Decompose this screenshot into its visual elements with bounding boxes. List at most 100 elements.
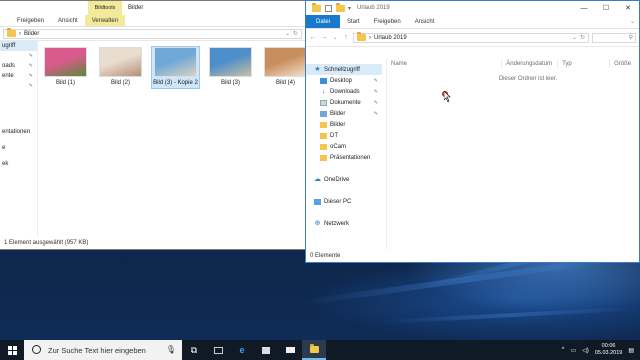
left-address-box[interactable]: › Bilder ⌄ ↻ (3, 28, 302, 39)
star-icon: ★ (314, 65, 321, 73)
nav-item[interactable]: ek (0, 159, 37, 169)
volume-icon[interactable]: ◁) (582, 347, 589, 354)
tab-verwalten[interactable]: Verwalten (84, 15, 126, 26)
notification-icon[interactable]: ▤ (628, 347, 634, 354)
nav-item[interactable]: ✎ (0, 51, 37, 61)
properties-icon[interactable] (325, 4, 332, 12)
nav-item[interactable]: oads ✎ (0, 61, 37, 71)
start-button[interactable] (0, 340, 24, 360)
right-address-bar: ← → ⌄ ↑ › Urlaub 2019 ⌄ ↻ ⚲ (306, 29, 639, 47)
search-placeholder: Zur Suche Text hier eingeben (48, 345, 146, 355)
left-status-bar: 1 Element ausgewählt (957 KB) (0, 237, 305, 249)
recent-dropdown[interactable]: ⌄ (331, 35, 339, 41)
pin-icon: ✎ (373, 88, 378, 95)
nav-item-dt[interactable]: DT (306, 130, 382, 141)
thumbnail-image (209, 47, 252, 77)
tab-ansicht[interactable]: Ansicht (51, 15, 85, 26)
right-nav-pane: ★ Schnellzugriff Desktop ✎ ↓ Downloads ✎ Dokume… (306, 64, 382, 250)
download-icon: ↓ (321, 87, 326, 95)
new-folder-icon[interactable] (336, 2, 345, 12)
back-button[interactable]: ← (309, 34, 317, 41)
nav-item-präsentationen[interactable]: Präsentationen (306, 152, 382, 163)
right-window-title: Urlaub 2019 (357, 5, 390, 11)
chevron-up-icon[interactable]: ^ (562, 347, 565, 353)
taskbar-mail[interactable] (278, 340, 302, 360)
folder-icon (320, 132, 327, 139)
nav-item-bilder[interactable]: Bilder (306, 119, 382, 130)
right-address-box[interactable]: › Urlaub 2019 ⌄ ↻ (353, 32, 589, 43)
folder-icon (312, 2, 321, 12)
nav-label: Bilder (330, 110, 346, 117)
column-type[interactable]: Typ (558, 59, 611, 68)
network-icon[interactable]: ▭ (571, 347, 577, 354)
chevron-down-icon[interactable]: ⌄ (285, 30, 290, 37)
taskbar-app-1[interactable] (206, 340, 230, 360)
left-nav-pane: ugriff ✎ oads ✎ ente ✎ ✎ entationen e ek (0, 41, 38, 237)
nav-item-netzwerk[interactable]: ⊕ Netzwerk (306, 218, 382, 229)
task-view-button[interactable]: ⧉ (182, 340, 206, 360)
address-path: Urlaub 2019 (374, 34, 407, 41)
column-name[interactable]: Name (387, 59, 503, 68)
thumbnail-item[interactable]: Bild (4) (262, 47, 305, 88)
search-icon: ⚲ (628, 35, 633, 41)
windows-logo-icon (7, 345, 17, 355)
minimize-button[interactable]: — (573, 1, 595, 15)
column-size[interactable]: Größe (610, 59, 639, 68)
folder-icon (320, 154, 327, 161)
thumbnail-item[interactable]: Bild (1) (42, 47, 89, 88)
taskbar-store[interactable] (254, 340, 278, 360)
column-date[interactable]: Änderungsdatum (502, 59, 559, 68)
nav-label: ente (2, 73, 14, 79)
maximize-button[interactable]: ☐ (595, 1, 617, 15)
nav-item[interactable]: e (0, 143, 37, 153)
window-controls: — ☐ ✕ (573, 1, 639, 15)
close-button[interactable]: ✕ (617, 1, 639, 15)
nav-item-ocam[interactable]: oCam (306, 141, 382, 152)
tab-datei[interactable]: Datei (306, 15, 341, 28)
nav-item-quickaccess[interactable]: ugriff (0, 41, 37, 51)
chevron-right-icon: › (369, 34, 371, 41)
edge-icon: e (239, 345, 245, 355)
tab-start[interactable]: Start (340, 15, 367, 28)
tab-freigeben[interactable]: Freigeben (10, 15, 51, 26)
clock[interactable]: 00:06 05.03.2019 (595, 343, 623, 357)
taskbar-explorer[interactable] (302, 340, 326, 360)
pin-icon: ✎ (28, 73, 33, 79)
thumbnail-item[interactable]: Bild (3) - Kopie 2 (151, 46, 200, 89)
pictures-icon (320, 110, 327, 117)
address-path: Bilder (24, 30, 40, 37)
nav-label: oCam (330, 143, 347, 150)
nav-item-onedrive[interactable]: ☁ OneDrive (306, 174, 382, 185)
tab-ansicht[interactable]: Ansicht (408, 15, 442, 28)
tab-freigeben[interactable]: Freigeben (367, 15, 408, 28)
refresh-icon[interactable]: ↻ (580, 34, 585, 41)
forward-button[interactable]: → (320, 34, 328, 41)
search-input[interactable]: ⚲ (592, 32, 636, 43)
ribbon-expand-icon[interactable]: ⌄ (630, 15, 639, 28)
nav-item-schnellzugriff[interactable]: ★ Schnellzugriff (306, 64, 382, 75)
thumbnail-image (99, 47, 142, 77)
empty-folder-text: Dieser Ordner ist leer. (498, 76, 558, 82)
nav-label: e (2, 145, 6, 151)
cloud-icon: ☁ (314, 175, 321, 183)
nav-item[interactable]: entationen (0, 127, 37, 137)
thumbnail-item[interactable]: Bild (2) (97, 47, 144, 88)
nav-item-downloads[interactable]: ↓ Downloads ✎ (306, 86, 382, 97)
taskbar-edge[interactable]: e (230, 340, 254, 360)
microphone-icon[interactable]: 🎙 (166, 345, 176, 354)
nav-item-dieser-pc[interactable]: Dieser PC (306, 196, 382, 207)
nav-item[interactable]: ✎ (0, 81, 37, 91)
chevron-down-icon[interactable]: ▾ (348, 5, 351, 12)
nav-item[interactable]: ente ✎ (0, 71, 37, 81)
thumbnail-item[interactable]: Bild (3) (207, 47, 254, 88)
task-view-icon: ⧉ (190, 344, 198, 355)
nav-item-dokumente[interactable]: Dokumente ✎ (306, 97, 382, 108)
refresh-icon[interactable]: ↻ (293, 30, 298, 37)
chevron-down-icon[interactable]: ⌄ (572, 34, 577, 41)
up-button[interactable]: ↑ (342, 34, 350, 41)
nav-item-desktop[interactable]: Desktop ✎ (306, 75, 382, 86)
store-icon (262, 346, 270, 354)
nav-item-bilder[interactable]: Bilder ✎ (306, 108, 382, 119)
taskbar-search-input[interactable]: Zur Suche Text hier eingeben 🎙 (24, 340, 182, 360)
